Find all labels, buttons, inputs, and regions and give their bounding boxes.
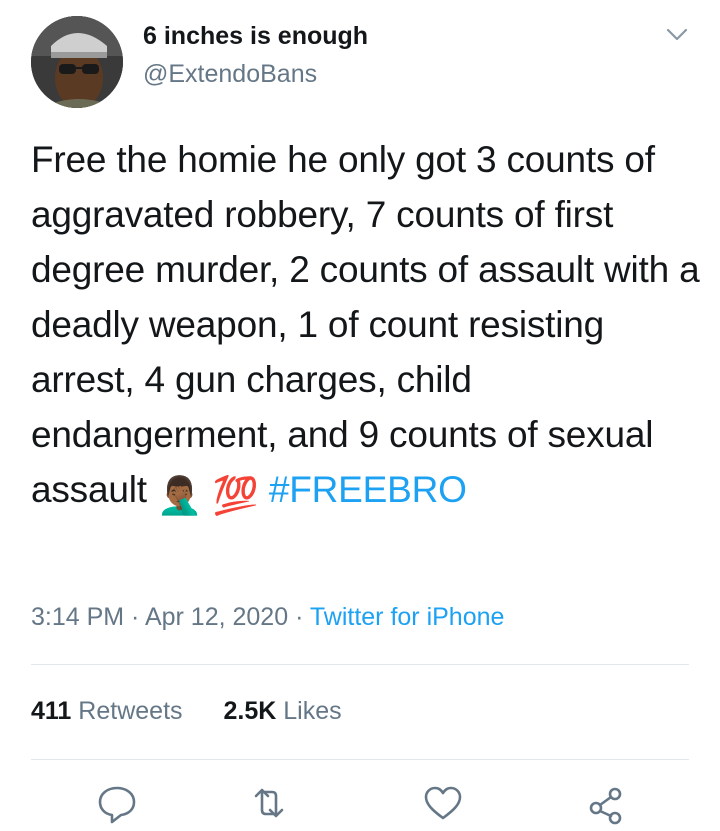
divider (31, 664, 689, 665)
share-icon[interactable] (580, 780, 630, 826)
retweets-count: 411 (31, 697, 72, 725)
tweet-source-link[interactable]: Twitter for iPhone (310, 603, 505, 631)
hundred-emoji: 💯 (212, 475, 259, 516)
tweet-date[interactable]: Apr 12, 2020 (145, 603, 288, 631)
retweet-icon[interactable] (244, 780, 294, 826)
tweet-body: Free the homie he only got 3 counts of a… (31, 139, 700, 510)
divider (31, 759, 689, 760)
tweet-meta: 3:14 PM · Apr 12, 2020 · Twitter for iPh… (31, 603, 504, 632)
chevron-down-icon[interactable] (662, 22, 692, 46)
facepalm-emoji: 🤦🏾‍♂️ (156, 475, 203, 516)
tweet-stats: 411 Retweets 2.5K Likes (31, 697, 376, 726)
likes-label: Likes (283, 697, 342, 725)
like-icon[interactable] (418, 780, 468, 826)
tweet-text: Free the homie he only got 3 counts of a… (31, 132, 701, 523)
action-bar (0, 780, 720, 826)
meta-separator: · (288, 603, 310, 631)
avatar-image (31, 16, 123, 108)
tweet-time[interactable]: 3:14 PM (31, 603, 124, 631)
meta-separator: · (124, 603, 145, 631)
likes-count: 2.5K (223, 697, 277, 725)
retweets-label: Retweets (78, 697, 183, 725)
hashtag-link[interactable]: #FREEBRO (269, 469, 467, 510)
avatar[interactable] (31, 16, 123, 108)
likes-stat[interactable]: 2.5K Likes (223, 697, 341, 725)
reply-icon[interactable] (92, 780, 142, 826)
user-handle[interactable]: @ExtendoBans (143, 60, 317, 89)
retweets-stat[interactable]: 411 Retweets (31, 697, 183, 725)
display-name[interactable]: 6 inches is enough (143, 22, 368, 51)
